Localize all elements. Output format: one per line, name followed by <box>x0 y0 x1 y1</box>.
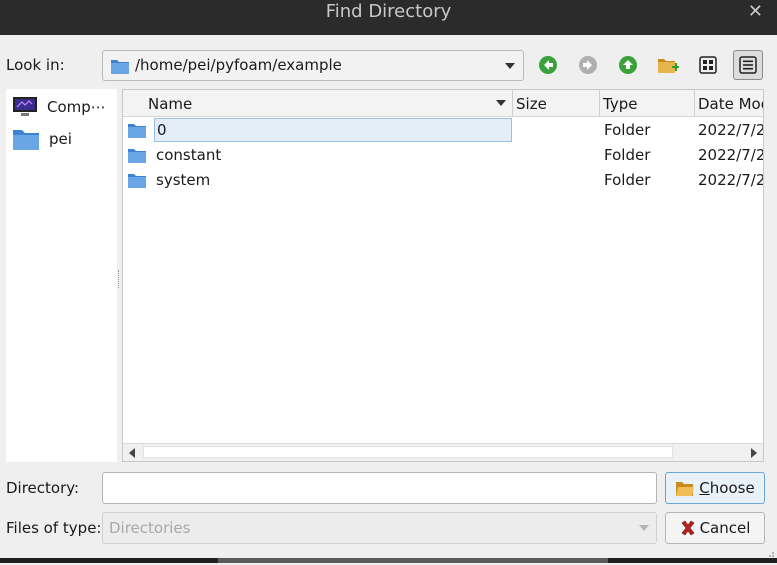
folder-icon <box>127 147 147 168</box>
files-of-type-label: Files of type: <box>6 519 102 537</box>
grid-view-icon <box>699 56 717 74</box>
column-header-type[interactable]: Type <box>600 90 695 116</box>
folder-icon <box>127 122 147 143</box>
choose-label-rest: hoose <box>709 479 755 497</box>
sidebar-item-computer[interactable]: Comp⋯ <box>12 93 106 121</box>
forward-button[interactable] <box>573 50 603 80</box>
scroll-left-icon[interactable] <box>129 448 135 458</box>
detail-view-icon <box>739 56 757 74</box>
chevron-down-icon <box>505 63 515 69</box>
column-header-name[interactable]: Name <box>123 90 513 116</box>
list-item[interactable]: constant Folder 2022/7/2 <box>123 143 764 168</box>
taskbar-strip <box>0 558 777 563</box>
sort-indicator-icon <box>496 100 506 106</box>
close-icon[interactable]: ✕ <box>748 1 763 23</box>
file-type-select: Directories <box>102 512 657 544</box>
cancel-icon <box>680 520 696 536</box>
list-header: Name Size Type Date Mod <box>123 90 763 117</box>
scroll-thumb[interactable] <box>143 446 673 458</box>
column-header-size[interactable]: Size <box>513 90 600 116</box>
sidebar-item-pei[interactable]: pei <box>12 125 72 153</box>
column-header-date[interactable]: Date Mod <box>695 90 763 116</box>
choose-label: Choose <box>699 479 754 497</box>
path-text: /home/pei/pyfoam/example <box>135 56 342 74</box>
list-item[interactable]: 0 Folder 2022/7/2 <box>123 118 764 143</box>
horizontal-scrollbar[interactable] <box>123 443 763 461</box>
new-folder-icon <box>658 59 679 73</box>
cancel-label: Cancel <box>699 519 751 537</box>
resize-grip[interactable] <box>765 547 775 560</box>
item-date: 2022/7/2 <box>698 146 764 164</box>
item-date: 2022/7/2 <box>698 171 764 189</box>
detail-view-button[interactable] <box>733 50 763 80</box>
item-type: Folder <box>604 121 651 139</box>
directory-label: Directory: <box>6 479 80 497</box>
item-type: Folder <box>604 146 651 164</box>
item-type: Folder <box>604 171 651 189</box>
back-icon <box>539 56 557 74</box>
splitter-handle[interactable] <box>118 270 121 288</box>
folder-icon <box>13 130 39 150</box>
parent-directory-button[interactable] <box>613 50 643 80</box>
title-bar: Find Directory ✕ <box>0 0 777 35</box>
window-title: Find Directory <box>325 1 452 22</box>
item-name: constant <box>156 146 222 164</box>
directory-input[interactable] <box>102 472 657 504</box>
path-combo[interactable]: /home/pei/pyfoam/example <box>102 50 524 81</box>
sidebar-item-label: Comp⋯ <box>47 98 106 116</box>
scroll-right-icon[interactable] <box>751 448 757 458</box>
list-view-button[interactable] <box>693 50 723 80</box>
list-item[interactable]: system Folder 2022/7/2 <box>123 168 764 193</box>
item-name: 0 <box>154 118 512 142</box>
sidebar-item-label: pei <box>49 130 72 148</box>
cancel-button[interactable]: Cancel <box>665 512 765 544</box>
sidebar: Comp⋯ pei <box>6 89 117 462</box>
look-in-label: Look in: <box>6 56 65 74</box>
folder-open-icon <box>675 480 695 497</box>
column-label: Name <box>148 95 193 113</box>
choose-button[interactable]: Choose <box>665 472 765 504</box>
file-type-value: Directories <box>109 519 191 537</box>
folder-icon <box>110 57 130 79</box>
folder-icon <box>127 172 147 193</box>
file-list[interactable]: Name Size Type Date Mod 0 Folder 2022/7/… <box>122 89 764 462</box>
chevron-down-icon <box>639 525 649 531</box>
taskbar-segment <box>218 558 608 563</box>
item-date: 2022/7/2 <box>698 121 764 139</box>
forward-icon <box>579 56 597 74</box>
up-arrow-icon <box>619 56 637 74</box>
back-button[interactable] <box>533 50 563 80</box>
computer-icon <box>13 97 37 116</box>
item-name: system <box>156 171 211 189</box>
choose-mnemonic: C <box>699 479 710 497</box>
new-folder-button[interactable] <box>653 50 683 80</box>
